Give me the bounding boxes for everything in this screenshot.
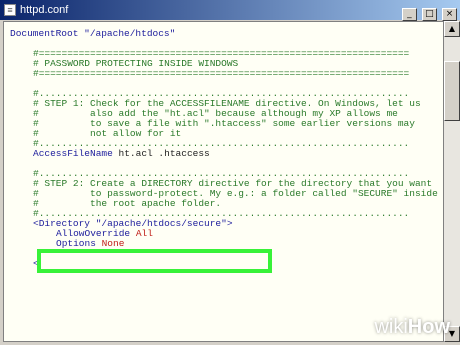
maximize-button[interactable]: □ xyxy=(421,8,437,21)
document-icon: ≡ xyxy=(4,4,16,16)
scroll-thumb[interactable] xyxy=(444,61,460,121)
text-editor-area[interactable]: DocumentRoot "/apache/htdocs" #==========… xyxy=(3,21,444,342)
code-line: #=======================================… xyxy=(33,69,409,79)
window-controls: _ □ × xyxy=(400,3,457,23)
code-token: #=======================================… xyxy=(33,68,410,79)
code-token: AccessFileName xyxy=(33,148,113,159)
close-button[interactable]: × xyxy=(442,8,457,21)
window-title: httpd.conf xyxy=(20,4,69,16)
code-line: AccessFileName ht.acl .htaccess xyxy=(33,149,210,159)
code-token: DocumentRoot "/apache/htdocs" xyxy=(10,28,176,39)
new-line-highlight[interactable] xyxy=(37,249,272,273)
wikihow-logo: wikiHow xyxy=(374,316,450,338)
scroll-up-icon[interactable]: ▲ xyxy=(444,21,460,37)
vertical-scrollbar[interactable]: ▲ ▼ xyxy=(444,21,460,342)
title-bar[interactable]: ≡ httpd.conf _ □ × xyxy=(0,0,460,23)
minimize-button[interactable]: _ xyxy=(401,8,417,21)
code-token: All xyxy=(135,228,153,239)
code-line: DocumentRoot "/apache/htdocs" xyxy=(10,29,175,39)
code-token: ht.acl .htaccess xyxy=(112,148,210,159)
editor-window: ≡ httpd.conf _ □ × DocumentRoot "/apache… xyxy=(0,0,460,345)
